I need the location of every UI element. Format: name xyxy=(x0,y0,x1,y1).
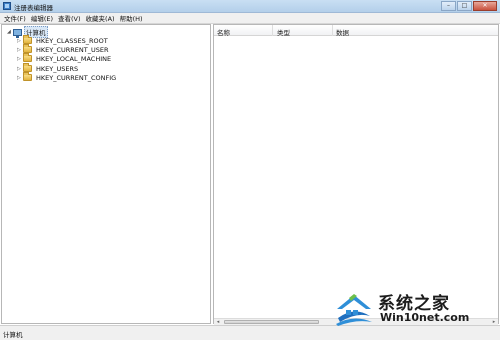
scroll-thumb[interactable] xyxy=(224,320,319,324)
menu-favorites[interactable]: 收藏夹(A) xyxy=(85,13,119,23)
computer-icon xyxy=(13,28,22,38)
tree-node-label[interactable]: HKEY_CURRENT_USER xyxy=(36,46,109,54)
watermark-url: Win10net.com xyxy=(380,311,470,324)
regedit-app-icon xyxy=(3,2,11,10)
tree-node-hkey-current-user[interactable]: ▷ HKEY_CURRENT_USER xyxy=(17,44,109,54)
maximize-button[interactable]: □ xyxy=(457,1,472,11)
registry-tree-pane[interactable]: ◢ 计算机 ▷ HKEY_CLASSES_ROOT ▷ HKEY_CURRENT… xyxy=(1,24,211,324)
window-controls: – □ ✕ xyxy=(440,1,497,11)
tree-node-label[interactable]: HKEY_LOCAL_MACHINE xyxy=(36,55,111,63)
watermark: 系统之家 Win10net.com xyxy=(318,286,500,330)
tree-node-label[interactable]: HKEY_CURRENT_CONFIG xyxy=(36,74,116,82)
menu-help[interactable]: 帮助(H) xyxy=(119,13,147,23)
window-title: 注册表编辑器 xyxy=(14,4,53,12)
folder-icon xyxy=(23,44,32,53)
column-header-name[interactable]: 名称 xyxy=(217,27,230,37)
house-logo-icon xyxy=(336,294,372,326)
tree-node-label[interactable]: HKEY_USERS xyxy=(36,65,78,73)
column-header-type[interactable]: 类型 xyxy=(277,27,290,37)
title-bar: 注册表编辑器 – □ ✕ xyxy=(0,0,500,13)
tree-node-hkey-local-machine[interactable]: ▷ HKEY_LOCAL_MACHINE xyxy=(17,53,111,63)
menu-edit[interactable]: 编辑(E) xyxy=(30,13,57,23)
folder-icon xyxy=(23,63,32,72)
list-header: 名称 类型 数据 xyxy=(214,25,498,37)
column-header-data[interactable]: 数据 xyxy=(336,27,349,37)
tree-node-hkey-classes-root[interactable]: ▷ HKEY_CLASSES_ROOT xyxy=(17,35,108,45)
menu-view[interactable]: 查看(V) xyxy=(57,13,85,23)
folder-icon xyxy=(23,72,32,81)
tree-node-hkey-current-config[interactable]: ▷ HKEY_CURRENT_CONFIG xyxy=(17,72,116,82)
column-separator[interactable] xyxy=(272,25,273,36)
tree-node-label[interactable]: HKEY_CLASSES_ROOT xyxy=(36,37,108,45)
column-separator[interactable] xyxy=(332,25,333,36)
folder-icon xyxy=(23,53,32,62)
menu-bar: 文件(F) 编辑(E) 查看(V) 收藏夹(A) 帮助(H) xyxy=(0,13,500,24)
minimize-button[interactable]: – xyxy=(441,1,456,11)
values-list-pane[interactable]: 名称 类型 数据 xyxy=(213,24,499,324)
status-path: 计算机 xyxy=(3,331,23,339)
folder-icon xyxy=(23,35,32,44)
menu-file[interactable]: 文件(F) xyxy=(3,13,30,23)
close-button[interactable]: ✕ xyxy=(473,1,497,11)
